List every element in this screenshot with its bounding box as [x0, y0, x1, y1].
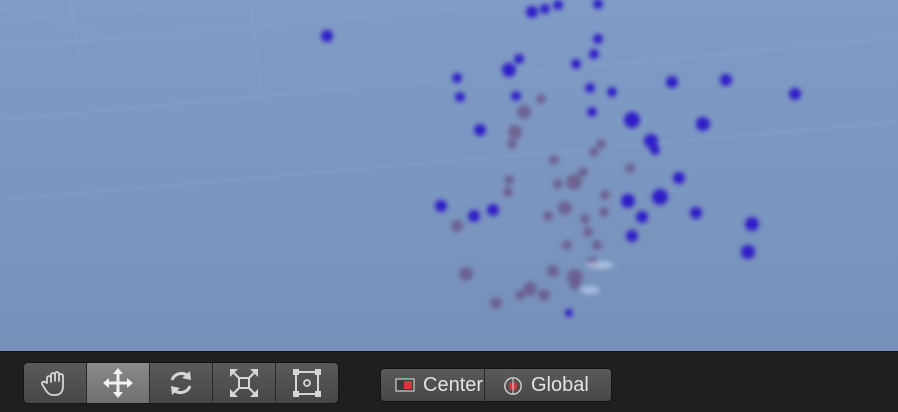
particle — [580, 214, 590, 224]
scene-viewport[interactable] — [0, 0, 898, 351]
pivot-center-icon — [395, 376, 417, 394]
particle — [526, 6, 538, 18]
scale-icon — [230, 369, 258, 397]
particle — [490, 297, 502, 309]
particle — [589, 147, 599, 157]
particle — [562, 240, 572, 250]
particle — [621, 194, 635, 208]
particle — [459, 267, 473, 281]
rotate-tool-button[interactable] — [150, 363, 213, 403]
rect-transform-icon — [293, 369, 321, 397]
particle — [553, 0, 563, 10]
particle — [745, 217, 759, 231]
transform-tool-group — [23, 362, 339, 404]
particle-glow — [580, 261, 614, 294]
particle — [625, 163, 635, 173]
pivot-toggle-group: Center Global — [380, 368, 612, 402]
particle — [536, 94, 546, 104]
particle — [549, 155, 559, 165]
particle — [553, 179, 563, 189]
particle — [540, 4, 550, 14]
particle — [507, 139, 517, 149]
particle — [696, 117, 710, 131]
particle — [321, 30, 333, 42]
particle — [571, 59, 581, 69]
particle — [508, 125, 522, 139]
particle — [523, 282, 537, 296]
particle — [585, 83, 595, 93]
particle — [626, 230, 638, 242]
particle — [589, 49, 599, 59]
particle — [720, 74, 732, 86]
particle — [592, 240, 602, 250]
particle — [636, 211, 648, 223]
pivot-rotation-label: Global — [531, 373, 589, 396]
particle — [455, 92, 465, 102]
pivot-rotation-button[interactable]: Global — [485, 369, 611, 401]
particle — [565, 309, 573, 317]
scene-grid — [0, 0, 898, 201]
pivot-mode-button[interactable]: Center — [381, 369, 485, 401]
particle — [600, 190, 610, 200]
hand-tool-button[interactable] — [24, 363, 87, 403]
particle — [593, 0, 603, 9]
particle — [673, 172, 685, 184]
particle-cloud — [321, 0, 801, 317]
move-tool-button[interactable] — [87, 363, 150, 403]
particle — [543, 211, 553, 221]
particle — [514, 54, 524, 64]
scene-canvas[interactable] — [0, 0, 898, 351]
particle — [566, 174, 582, 190]
scale-tool-button[interactable] — [213, 363, 276, 403]
rect-tool-button[interactable] — [276, 363, 338, 403]
particle — [502, 63, 516, 77]
particle — [451, 220, 463, 232]
pivot-mode-label: Center — [423, 373, 484, 396]
hand-icon — [41, 371, 64, 396]
particle — [547, 265, 559, 277]
particle — [487, 204, 499, 216]
particle — [570, 280, 580, 290]
particle — [435, 200, 447, 212]
particle — [650, 145, 660, 155]
particle — [583, 227, 593, 237]
particle — [599, 207, 609, 217]
particle — [452, 73, 462, 83]
particle — [666, 76, 678, 88]
particle — [538, 289, 550, 301]
particle — [607, 87, 617, 97]
particle — [504, 175, 514, 185]
move-arrows-icon — [103, 368, 133, 398]
particle — [578, 167, 588, 177]
particle — [511, 91, 521, 101]
particle — [596, 139, 606, 149]
globe-icon — [503, 376, 525, 395]
particle — [515, 290, 525, 300]
scene-toolbar: Center Global — [0, 351, 898, 412]
particle — [789, 88, 801, 100]
particle — [468, 210, 480, 222]
particle — [624, 112, 640, 128]
rotate-icon — [170, 371, 192, 395]
particle — [652, 189, 668, 205]
particle — [587, 107, 597, 117]
particle — [558, 201, 572, 215]
particle — [741, 245, 755, 259]
particle — [474, 124, 486, 136]
particle — [517, 105, 531, 119]
particle — [690, 207, 702, 219]
particle — [503, 187, 513, 197]
particle — [593, 34, 603, 44]
